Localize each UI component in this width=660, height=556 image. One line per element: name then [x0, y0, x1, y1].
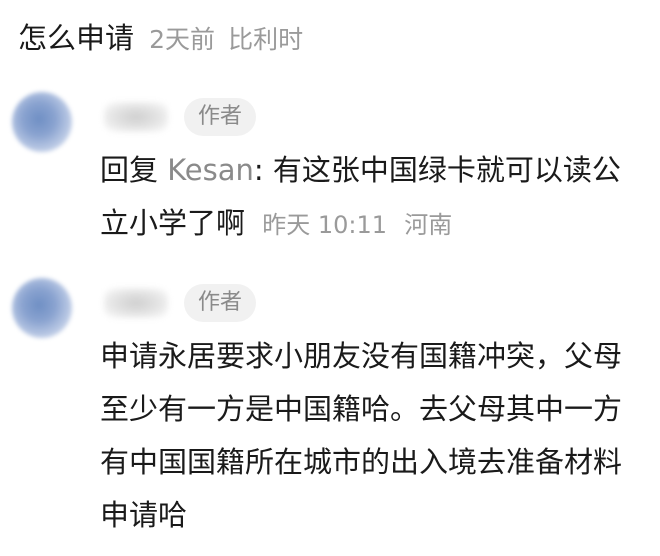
reply-text[interactable]: 回复 Kesan: 有这张中国绿卡就可以读公立小学了啊 昨天 10:11 河南: [100, 144, 648, 252]
author-badge: 作者: [184, 98, 257, 136]
top-comment: 怎么申请 2天前 比利时: [18, 14, 303, 67]
reply-content: 申请永居要求小朋友没有国籍冲突，父母至少有一方是中国籍哈。去父母其中一方有中国国…: [100, 339, 623, 532]
comment-time: 2天前: [149, 25, 216, 54]
comment-text: 怎么申请: [18, 21, 135, 55]
username-blurred[interactable]: [104, 102, 168, 132]
avatar[interactable]: [12, 92, 72, 152]
reply-text[interactable]: 申请永居要求小朋友没有国籍冲突，父母至少有一方是中国籍哈。去父母其中一方有中国国…: [100, 330, 648, 542]
reply-prefix: 回复: [100, 153, 159, 187]
comment-location: 比利时: [228, 25, 304, 54]
author-badge: 作者: [184, 284, 257, 322]
reply-location: 河南: [404, 211, 453, 239]
mention-username[interactable]: Kesan: [167, 153, 254, 187]
avatar[interactable]: [12, 278, 72, 338]
username-blurred[interactable]: [104, 288, 168, 318]
reply-time: 昨天 10:11: [262, 211, 388, 239]
